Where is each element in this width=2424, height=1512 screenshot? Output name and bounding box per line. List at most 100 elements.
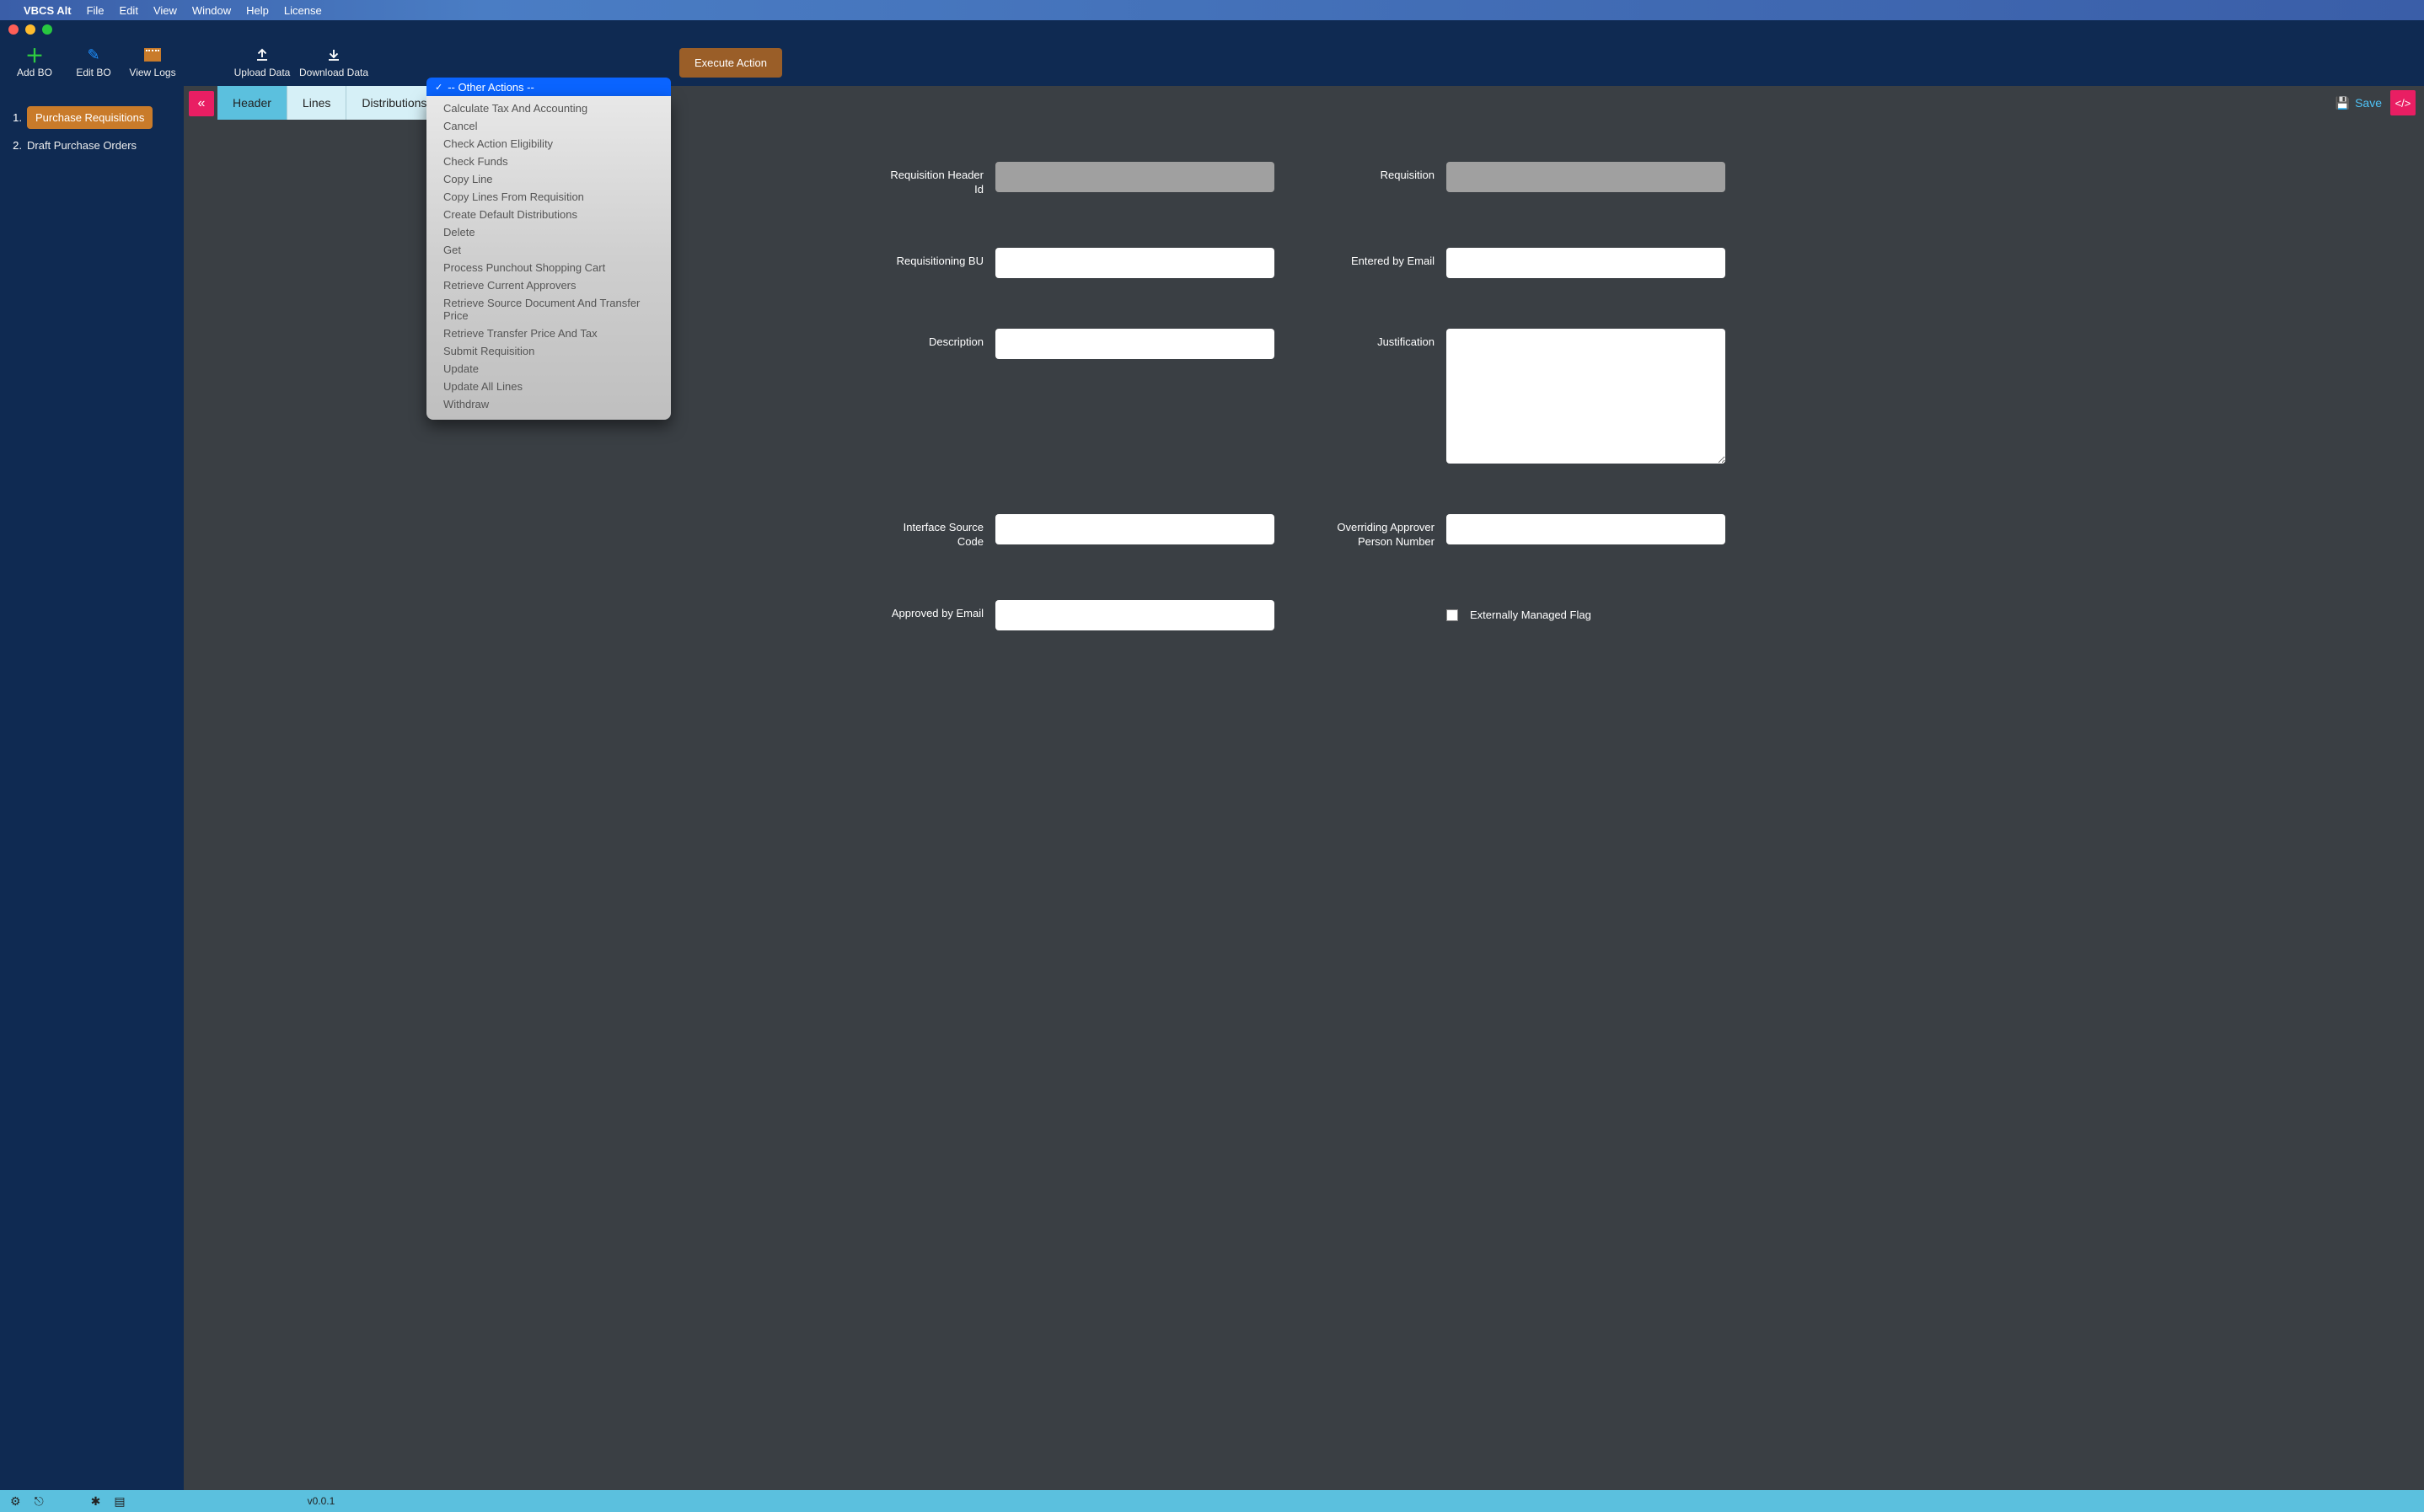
dropdown-option[interactable]: Update All Lines [426, 378, 671, 395]
code-view-button[interactable]: </> [2390, 90, 2416, 115]
dropdown-option[interactable]: Submit Requisition [426, 342, 671, 360]
sidebar: 1. Purchase Requisitions 2. Draft Purcha… [0, 86, 184, 1490]
minimize-icon[interactable] [25, 24, 35, 35]
window-titlebar [0, 20, 2424, 39]
input-interface-source-code[interactable] [995, 514, 1274, 544]
dropdown-option[interactable]: Check Funds [426, 153, 671, 170]
save-label: Save [2355, 96, 2382, 110]
pencil-icon: ✎ [87, 46, 99, 63]
input-requisition[interactable] [1446, 162, 1725, 192]
upload-icon [255, 46, 270, 63]
code-icon: </> [2395, 97, 2411, 110]
tab-header[interactable]: Header [217, 86, 287, 120]
gear-icon[interactable]: ⚙ [10, 1494, 21, 1509]
input-requisitioning-bu[interactable] [995, 248, 1274, 278]
field-requisition: Requisition [1333, 162, 1725, 197]
bug-icon[interactable]: ✱ [91, 1494, 101, 1509]
dropdown-option[interactable]: Create Default Distributions [426, 206, 671, 223]
sidebar-item-number: 1. [10, 111, 22, 124]
field-requisitioning-bu: Requisitioning BU [882, 248, 1274, 278]
dropdown-option[interactable]: Withdraw [426, 395, 671, 413]
version-label: v0.0.1 [308, 1495, 335, 1507]
execute-action-button[interactable]: Execute Action [679, 48, 782, 78]
close-icon[interactable] [8, 24, 19, 35]
sidebar-item-draft-purchase-orders[interactable]: 2. Draft Purchase Orders [0, 134, 184, 157]
label-spacer [1333, 612, 1435, 619]
field-entered-by-email: Entered by Email [1333, 248, 1725, 278]
label-description: Description [882, 329, 984, 350]
collapse-sidebar-button[interactable]: « [189, 91, 214, 116]
input-justification[interactable] [1446, 329, 1725, 464]
field-overriding-approver: Overriding Approver Person Number [1333, 514, 1725, 550]
dropdown-option[interactable]: Get [426, 241, 671, 259]
menu-help[interactable]: Help [246, 4, 269, 17]
dropdown-selected[interactable]: -- Other Actions -- [426, 78, 671, 96]
upload-data-button[interactable]: Upload Data [233, 46, 292, 78]
status-bar: ⚙ ⎋ ✱ ▤ v0.0.1 [0, 1490, 2424, 1512]
dropdown-option[interactable]: Calculate Tax And Accounting [426, 99, 671, 117]
zoom-icon[interactable] [42, 24, 52, 35]
logout-icon[interactable]: ⎋ [35, 1494, 44, 1509]
input-description[interactable] [995, 329, 1274, 359]
label-entered-by-email: Entered by Email [1333, 248, 1435, 269]
dropdown-option[interactable]: Copy Line [426, 170, 671, 188]
content: 1. Purchase Requisitions 2. Draft Purcha… [0, 86, 2424, 1490]
app-window: ＋ Add BO ✎ Edit BO View Logs Upload Data… [0, 20, 2424, 1512]
dropdown-option[interactable]: Update [426, 360, 671, 378]
tab-lines[interactable]: Lines [287, 86, 346, 120]
field-requisition-header-id: Requisition Header Id [882, 162, 1274, 197]
download-data-button[interactable]: Download Data [292, 46, 376, 78]
label-requisition-header-id: Requisition Header Id [882, 162, 984, 197]
label-justification: Justification [1333, 329, 1435, 350]
download-label: Download Data [299, 67, 368, 78]
field-approved-by-email: Approved by Email [882, 600, 1274, 630]
dropdown-option[interactable]: Check Action Eligibility [426, 135, 671, 153]
label-externally-managed: Externally Managed Flag [1470, 609, 1591, 621]
menu-file[interactable]: File [87, 4, 105, 17]
add-bo-button[interactable]: ＋ Add BO [5, 46, 64, 78]
sidebar-item-label: Purchase Requisitions [27, 106, 153, 129]
clipboard-icon[interactable]: ▤ [114, 1494, 125, 1509]
input-entered-by-email[interactable] [1446, 248, 1725, 278]
add-bo-label: Add BO [17, 67, 52, 78]
field-justification: Justification [1333, 329, 1725, 464]
dropdown-option[interactable]: Copy Lines From Requisition [426, 188, 671, 206]
upload-label: Upload Data [234, 67, 291, 78]
sidebar-item-label: Draft Purchase Orders [27, 139, 137, 152]
menu-edit[interactable]: Edit [120, 4, 138, 17]
edit-bo-button[interactable]: ✎ Edit BO [64, 46, 123, 78]
chevron-double-left-icon: « [198, 96, 206, 111]
dropdown-option[interactable]: Retrieve Source Document And Transfer Pr… [426, 294, 671, 324]
field-externally-managed: Externally Managed Flag [1333, 600, 1725, 630]
dropdown-option[interactable]: Delete [426, 223, 671, 241]
label-requisitioning-bu: Requisitioning BU [882, 248, 984, 269]
view-logs-label: View Logs [129, 67, 175, 78]
dropdown-option[interactable]: Cancel [426, 117, 671, 135]
dropdown-option[interactable]: Retrieve Transfer Price And Tax [426, 324, 671, 342]
sidebar-item-number: 2. [10, 139, 22, 152]
edit-bo-label: Edit BO [76, 67, 110, 78]
plus-icon: ＋ [25, 46, 44, 63]
toolbar: ＋ Add BO ✎ Edit BO View Logs Upload Data… [0, 39, 2424, 86]
menu-window[interactable]: Window [192, 4, 231, 17]
dropdown-option[interactable]: Retrieve Current Approvers [426, 276, 671, 294]
menu-view[interactable]: View [153, 4, 177, 17]
download-icon [326, 46, 341, 63]
menu-license[interactable]: License [284, 4, 322, 17]
app-name[interactable]: VBCS Alt [24, 4, 72, 17]
field-description: Description [882, 329, 1274, 464]
label-interface-source-code: Interface Source Code [882, 514, 984, 550]
logs-icon [144, 46, 161, 63]
checkbox-externally-managed[interactable] [1446, 609, 1458, 621]
sidebar-item-purchase-requisitions[interactable]: 1. Purchase Requisitions [0, 101, 184, 134]
label-approved-by-email: Approved by Email [882, 600, 984, 621]
dropdown-option[interactable]: Process Punchout Shopping Cart [426, 259, 671, 276]
save-button[interactable]: 💾 Save [2336, 86, 2382, 120]
label-overriding-approver: Overriding Approver Person Number [1333, 514, 1435, 550]
input-requisition-header-id[interactable] [995, 162, 1274, 192]
view-logs-button[interactable]: View Logs [123, 46, 182, 78]
input-approved-by-email[interactable] [995, 600, 1274, 630]
dropdown-list: Calculate Tax And Accounting Cancel Chec… [426, 96, 671, 420]
input-overriding-approver[interactable] [1446, 514, 1725, 544]
other-actions-dropdown[interactable]: -- Other Actions -- Calculate Tax And Ac… [426, 78, 671, 420]
